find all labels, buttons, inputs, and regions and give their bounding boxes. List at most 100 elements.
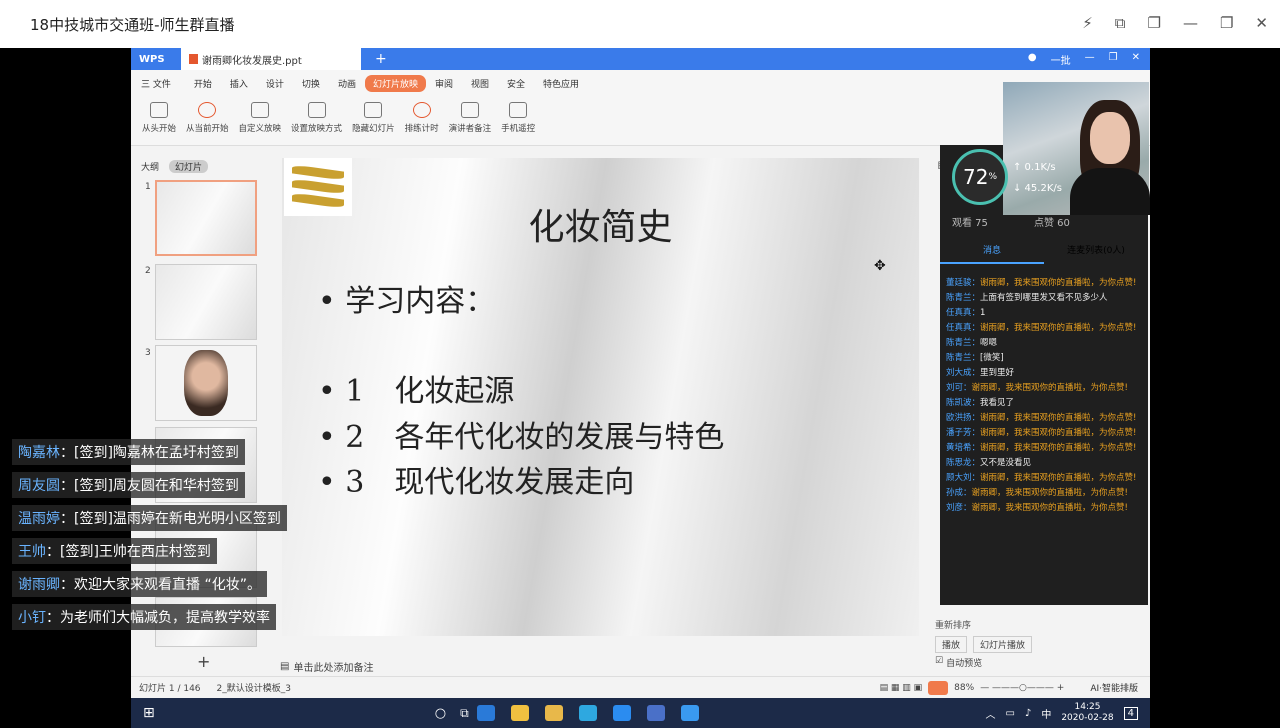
chat-text: 我看见了 — [980, 398, 1015, 408]
edge-icon[interactable] — [476, 705, 495, 721]
from-current-button[interactable]: 从当前开始 — [184, 102, 231, 134]
close-button[interactable]: ✕ — [1255, 14, 1268, 32]
viewer-count: 观看 75 — [952, 218, 988, 229]
danmaku-username: 周友圆 — [18, 478, 60, 494]
chevron-up-icon[interactable]: ︿ — [985, 706, 995, 721]
chat-message: 孙成：谢雨卿，我来围观你的直播啦，为你点赞! — [946, 488, 1128, 498]
slideshow-toolbar: 从头开始 从当前开始 自定义放映 设置放映方式 隐藏幻灯片 排练计时 演讲者备注… — [131, 96, 1150, 146]
document-tab-label: 谢雨卿化妆发展史.ppt — [202, 55, 302, 67]
wps-minimize-button[interactable]: — — [1085, 52, 1095, 67]
menu-insert[interactable]: 插入 — [221, 77, 257, 90]
hide-slide-button[interactable]: 隐藏幻灯片 — [350, 102, 397, 134]
cortana-icon[interactable]: ○ — [435, 706, 446, 721]
slideshow-icon — [150, 102, 168, 118]
slides-tab[interactable]: 幻灯片 — [169, 160, 209, 173]
volume-icon[interactable]: ♪ — [1025, 708, 1031, 719]
chat-message: 黄培希：谢雨卿，我来围观你的直播啦，为你点赞! — [946, 443, 1137, 453]
menu-special[interactable]: 特色应用 — [534, 77, 588, 90]
chat-text: 谢雨卿，我来围观你的直播啦，为你点赞! — [980, 323, 1137, 333]
danmaku-message: 周友圆 ：[签到]周友圆在和华村签到 — [12, 472, 245, 498]
tab-messages[interactable]: 消息 — [940, 240, 1044, 264]
custom-show-button[interactable]: 自定义放映 — [237, 102, 284, 134]
clock[interactable]: 14:25 2020-02-28 — [1061, 702, 1113, 724]
document-tab[interactable]: 谢雨卿化妆发展史.ppt — [181, 48, 361, 70]
ai-layout-button[interactable]: AI·智能排版 — [1090, 681, 1138, 694]
start-icon[interactable]: ⊞ — [143, 705, 155, 721]
autopreview-checkbox[interactable]: ☑ 自动预览 — [935, 656, 982, 669]
danmaku-message: 王帅 ：[签到]王帅在西庄村签到 — [12, 538, 217, 564]
chat-username: 任真真 — [946, 323, 972, 333]
file-menu[interactable]: 三 文件 — [141, 77, 185, 90]
menu-slideshow[interactable]: 幻灯片放映 — [364, 74, 426, 92]
menu-animation[interactable]: 动画 — [329, 77, 365, 90]
view-icons[interactable]: ▤ ▦ ▥ ▣ — [880, 683, 923, 693]
chat-username: 任真真 — [946, 308, 972, 318]
chat-message: 任真真：谢雨卿，我来围观你的直播啦，为你点赞! — [946, 323, 1137, 333]
play-button[interactable]: 播放 — [935, 636, 968, 653]
new-tab-button[interactable]: + — [375, 51, 387, 67]
minimize-button[interactable]: — — [1183, 14, 1198, 32]
copy-window-icon[interactable]: ❐ — [1148, 14, 1161, 32]
app-icon[interactable] — [578, 705, 597, 721]
slide-thumbnail[interactable] — [155, 345, 257, 421]
danmaku-message: 小钉 ：为老师们大幅减负，提高教学效率 — [12, 604, 276, 630]
app-icon[interactable] — [612, 705, 631, 721]
menu-start[interactable]: 开始 — [185, 77, 221, 90]
thumb-number: 1 — [145, 182, 151, 192]
wps-close-button[interactable]: ✕ — [1132, 52, 1140, 67]
from-start-button[interactable]: 从头开始 — [140, 102, 178, 134]
rehearse-timing-button[interactable]: 排练计时 — [403, 102, 441, 134]
network-icon[interactable]: ▭ — [1005, 708, 1014, 719]
avatar[interactable]: ● — [1028, 52, 1037, 67]
menu-security[interactable]: 安全 — [498, 77, 534, 90]
slide-thumbnail[interactable] — [155, 264, 257, 340]
custom-show-icon — [250, 102, 269, 118]
window-title: 18中技城市交通班-师生群直播 — [30, 15, 235, 34]
setup-show-button[interactable]: 设置放映方式 — [289, 102, 344, 134]
store-icon[interactable] — [510, 705, 529, 721]
danmaku-text: ：[签到]周友圆在和华村签到 — [60, 478, 239, 494]
chat-message: 陈凯波：我看见了 — [946, 398, 1015, 408]
notification-button[interactable]: 4 — [1123, 706, 1138, 720]
wps-restore-button[interactable]: ❐ — [1109, 52, 1118, 67]
play-slideshow-button[interactable] — [928, 680, 949, 695]
menu-review[interactable]: 审阅 — [426, 77, 462, 90]
chat-message: 顾大刘：谢雨卿，我来围观你的直播啦，为你点赞! — [946, 473, 1137, 483]
ime-indicator[interactable]: 中 — [1041, 706, 1051, 721]
chat-message: 潘子芳：谢雨卿，我来围观你的直播啦，为你点赞! — [946, 428, 1137, 438]
download-speed: ↓ 45.2K/s — [1013, 183, 1062, 194]
lightning-icon[interactable]: ⚡ — [1082, 14, 1093, 32]
menu-view[interactable]: 视图 — [462, 77, 498, 90]
slide-canvas[interactable]: 化妆简史 • 学习内容： • 1 化妆起源 • 2 各年代化妆的发展与特色 • … — [282, 158, 919, 636]
restore-button[interactable]: ❐ — [1220, 14, 1233, 32]
share-icon[interactable]: ⧉ — [1115, 14, 1126, 32]
wps-taskbar-icon[interactable] — [646, 705, 665, 721]
chat-username: 刘彦 — [946, 503, 964, 513]
chat-message: 刘可：谢雨卿，我来围观你的直播啦，为你点赞! — [946, 383, 1128, 393]
wps-home-tab[interactable]: WPS — [131, 54, 181, 65]
tab-mic-list[interactable]: 连麦列表(0人) — [1044, 240, 1148, 264]
danmaku-text: ：[签到]王帅在西庄村签到 — [46, 544, 211, 560]
add-slide-icon[interactable]: + — [197, 652, 210, 671]
danmaku-text: ：欢迎大家来观看直播 “化妆”。 — [60, 577, 261, 593]
thumb-number: 2 — [145, 266, 151, 276]
chat-text: 谢雨卿，我来围观你的直播啦，为你点赞! — [971, 383, 1128, 393]
danmaku-message: 温雨婷 ：[签到]温雨婷在新电光明小区签到 — [12, 505, 287, 531]
zoom-slider[interactable]: — ———○——— + — [980, 683, 1064, 693]
chat-username: 顾大刘 — [946, 473, 972, 483]
zoom-level[interactable]: 88% — [954, 683, 974, 693]
live-window-titlebar: 18中技城市交通班-师生群直播 ⚡ ⧉ ❐ — ❐ ✕ — [0, 0, 1280, 48]
slideshow-button[interactable]: 幻灯片播放 — [973, 636, 1033, 653]
menu-design[interactable]: 设计 — [257, 77, 293, 90]
task-view-icon[interactable]: ⧉ — [460, 706, 469, 721]
user-label[interactable]: 一批 — [1051, 52, 1071, 67]
speaker-notes-button[interactable]: 演讲者备注 — [447, 102, 494, 134]
phone-remote-button[interactable]: 手机遥控 — [499, 102, 537, 134]
explorer-icon[interactable] — [544, 705, 563, 721]
portrait-image — [184, 350, 228, 416]
slide-thumbnail[interactable] — [155, 180, 257, 256]
dingtalk-icon[interactable] — [680, 705, 699, 721]
outline-tab[interactable]: 大纲 — [141, 160, 159, 173]
notes-area[interactable]: ▤ 单击此处添加备注 — [276, 656, 926, 676]
menu-transition[interactable]: 切换 — [293, 77, 329, 90]
